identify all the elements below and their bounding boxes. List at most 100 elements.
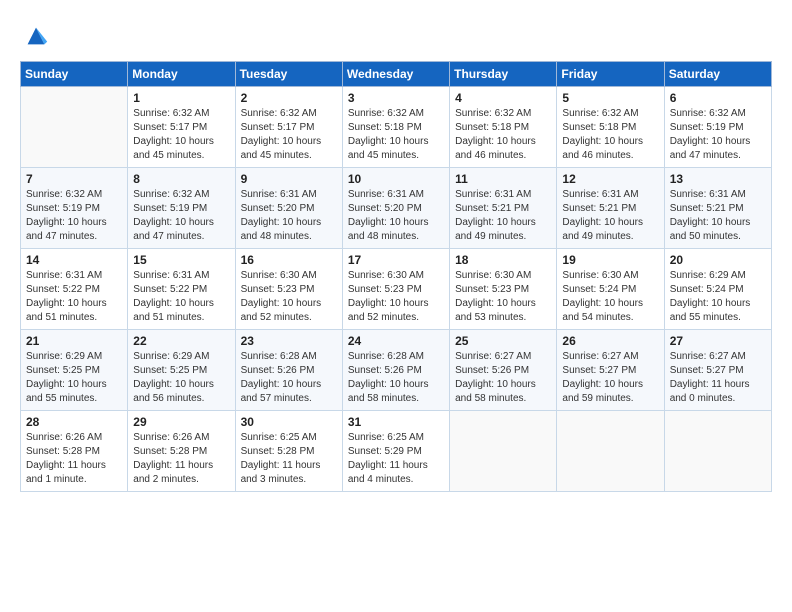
day-info: Sunrise: 6:30 AM Sunset: 5:23 PM Dayligh… [455, 269, 551, 325]
day-info: Sunrise: 6:29 AM Sunset: 5:25 PM Dayligh… [26, 350, 122, 406]
weekday-header-friday: Friday [557, 62, 664, 87]
day-number: 28 [26, 415, 122, 429]
calendar-cell: 12 Sunrise: 6:31 AM Sunset: 5:21 PM Dayli… [557, 168, 664, 249]
day-number: 26 [562, 334, 658, 348]
day-number: 13 [670, 172, 766, 186]
day-info: Sunrise: 6:27 AM Sunset: 5:26 PM Dayligh… [455, 350, 551, 406]
day-number: 1 [133, 91, 229, 105]
calendar-cell [450, 411, 557, 492]
calendar-cell: 21 Sunrise: 6:29 AM Sunset: 5:25 PM Dayli… [21, 330, 128, 411]
day-info: Sunrise: 6:29 AM Sunset: 5:25 PM Dayligh… [133, 350, 229, 406]
day-info: Sunrise: 6:25 AM Sunset: 5:29 PM Dayligh… [348, 431, 444, 487]
calendar-cell: 31 Sunrise: 6:25 AM Sunset: 5:29 PM Dayli… [342, 411, 449, 492]
day-number: 3 [348, 91, 444, 105]
day-number: 5 [562, 91, 658, 105]
day-info: Sunrise: 6:31 AM Sunset: 5:21 PM Dayligh… [455, 188, 551, 244]
day-number: 12 [562, 172, 658, 186]
calendar-cell: 13Sunrise: 6:31 AM Sunset: 5:21 PM Dayli… [664, 168, 771, 249]
day-info: Sunrise: 6:30 AM Sunset: 5:23 PM Dayligh… [241, 269, 337, 325]
calendar-cell: 16 Sunrise: 6:30 AM Sunset: 5:23 PM Dayli… [235, 249, 342, 330]
weekday-header-sunday: Sunday [21, 62, 128, 87]
day-info: Sunrise: 6:32 AM Sunset: 5:17 PM Dayligh… [241, 107, 337, 163]
week-row-3: 14 Sunrise: 6:31 AM Sunset: 5:22 PM Dayli… [21, 249, 772, 330]
calendar-cell: 11 Sunrise: 6:31 AM Sunset: 5:21 PM Dayli… [450, 168, 557, 249]
day-info: Sunrise: 6:31 AM Sunset: 5:20 PM Dayligh… [348, 188, 444, 244]
calendar-cell: 30 Sunrise: 6:25 AM Sunset: 5:28 PM Dayli… [235, 411, 342, 492]
day-number: 15 [133, 253, 229, 267]
header [20, 18, 772, 55]
calendar-cell: 25 Sunrise: 6:27 AM Sunset: 5:26 PM Dayli… [450, 330, 557, 411]
day-number: 6 [670, 91, 766, 105]
day-number: 31 [348, 415, 444, 429]
day-info: Sunrise: 6:31 AM Sunset: 5:21 PM Dayligh… [562, 188, 658, 244]
calendar-cell: 14 Sunrise: 6:31 AM Sunset: 5:22 PM Dayli… [21, 249, 128, 330]
calendar-cell: 19Sunrise: 6:30 AM Sunset: 5:24 PM Dayli… [557, 249, 664, 330]
week-row-4: 21 Sunrise: 6:29 AM Sunset: 5:25 PM Dayli… [21, 330, 772, 411]
day-info: Sunrise: 6:32 AM Sunset: 5:18 PM Dayligh… [455, 107, 551, 163]
day-info: Sunrise: 6:28 AM Sunset: 5:26 PM Dayligh… [348, 350, 444, 406]
day-number: 20 [670, 253, 766, 267]
day-info: Sunrise: 6:31 AM Sunset: 5:20 PM Dayligh… [241, 188, 337, 244]
calendar-cell: 6 Sunrise: 6:32 AM Sunset: 5:19 PM Daylig… [664, 87, 771, 168]
calendar-cell: 8 Sunrise: 6:32 AM Sunset: 5:19 PM Daylig… [128, 168, 235, 249]
logo [20, 22, 50, 55]
day-info: Sunrise: 6:30 AM Sunset: 5:24 PM Dayligh… [562, 269, 658, 325]
weekday-header-saturday: Saturday [664, 62, 771, 87]
day-number: 16 [241, 253, 337, 267]
day-info: Sunrise: 6:32 AM Sunset: 5:18 PM Dayligh… [562, 107, 658, 163]
calendar-cell: 10Sunrise: 6:31 AM Sunset: 5:20 PM Dayli… [342, 168, 449, 249]
day-info: Sunrise: 6:31 AM Sunset: 5:22 PM Dayligh… [133, 269, 229, 325]
day-number: 7 [26, 172, 122, 186]
day-number: 30 [241, 415, 337, 429]
day-info: Sunrise: 6:27 AM Sunset: 5:27 PM Dayligh… [562, 350, 658, 406]
day-info: Sunrise: 6:32 AM Sunset: 5:19 PM Dayligh… [670, 107, 766, 163]
day-number: 4 [455, 91, 551, 105]
day-number: 21 [26, 334, 122, 348]
day-number: 18 [455, 253, 551, 267]
calendar-cell: 4 Sunrise: 6:32 AM Sunset: 5:18 PM Daylig… [450, 87, 557, 168]
calendar-cell: 3Sunrise: 6:32 AM Sunset: 5:18 PM Daylig… [342, 87, 449, 168]
day-info: Sunrise: 6:32 AM Sunset: 5:19 PM Dayligh… [133, 188, 229, 244]
calendar-cell [664, 411, 771, 492]
day-number: 23 [241, 334, 337, 348]
weekday-header-tuesday: Tuesday [235, 62, 342, 87]
calendar-cell: 18 Sunrise: 6:30 AM Sunset: 5:23 PM Dayli… [450, 249, 557, 330]
calendar-cell: 26 Sunrise: 6:27 AM Sunset: 5:27 PM Dayli… [557, 330, 664, 411]
week-row-5: 28 Sunrise: 6:26 AM Sunset: 5:28 PM Dayli… [21, 411, 772, 492]
day-info: Sunrise: 6:31 AM Sunset: 5:22 PM Dayligh… [26, 269, 122, 325]
calendar-cell [557, 411, 664, 492]
weekday-header-row: SundayMondayTuesdayWednesdayThursdayFrid… [21, 62, 772, 87]
day-info: Sunrise: 6:26 AM Sunset: 5:28 PM Dayligh… [26, 431, 122, 487]
day-number: 29 [133, 415, 229, 429]
day-number: 25 [455, 334, 551, 348]
calendar-cell: 15 Sunrise: 6:31 AM Sunset: 5:22 PM Dayli… [128, 249, 235, 330]
day-info: Sunrise: 6:30 AM Sunset: 5:23 PM Dayligh… [348, 269, 444, 325]
day-number: 27 [670, 334, 766, 348]
calendar-cell: 22 Sunrise: 6:29 AM Sunset: 5:25 PM Dayli… [128, 330, 235, 411]
day-number: 14 [26, 253, 122, 267]
weekday-header-thursday: Thursday [450, 62, 557, 87]
calendar-cell: 7Sunrise: 6:32 AM Sunset: 5:19 PM Daylig… [21, 168, 128, 249]
weekday-header-wednesday: Wednesday [342, 62, 449, 87]
calendar-cell [21, 87, 128, 168]
day-info: Sunrise: 6:25 AM Sunset: 5:28 PM Dayligh… [241, 431, 337, 487]
calendar-cell: 24 Sunrise: 6:28 AM Sunset: 5:26 PM Dayli… [342, 330, 449, 411]
calendar-cell: 23 Sunrise: 6:28 AM Sunset: 5:26 PM Dayli… [235, 330, 342, 411]
day-info: Sunrise: 6:29 AM Sunset: 5:24 PM Dayligh… [670, 269, 766, 325]
calendar-cell: 5 Sunrise: 6:32 AM Sunset: 5:18 PM Daylig… [557, 87, 664, 168]
calendar-cell: 28 Sunrise: 6:26 AM Sunset: 5:28 PM Dayli… [21, 411, 128, 492]
day-info: Sunrise: 6:32 AM Sunset: 5:17 PM Dayligh… [133, 107, 229, 163]
calendar-cell: 9 Sunrise: 6:31 AM Sunset: 5:20 PM Daylig… [235, 168, 342, 249]
day-number: 24 [348, 334, 444, 348]
day-number: 17 [348, 253, 444, 267]
day-info: Sunrise: 6:28 AM Sunset: 5:26 PM Dayligh… [241, 350, 337, 406]
calendar-cell: 2Sunrise: 6:32 AM Sunset: 5:17 PM Daylig… [235, 87, 342, 168]
day-number: 11 [455, 172, 551, 186]
day-number: 22 [133, 334, 229, 348]
week-row-2: 7 Sunrise: 6:32 AM Sunset: 5:19 PM Daylig… [21, 168, 772, 249]
day-info: Sunrise: 6:26 AM Sunset: 5:28 PM Dayligh… [133, 431, 229, 487]
calendar-table: SundayMondayTuesdayWednesdayThursdayFrid… [20, 61, 772, 492]
day-number: 8 [133, 172, 229, 186]
calendar-cell: 20 Sunrise: 6:29 AM Sunset: 5:24 PM Dayli… [664, 249, 771, 330]
day-number: 9 [241, 172, 337, 186]
